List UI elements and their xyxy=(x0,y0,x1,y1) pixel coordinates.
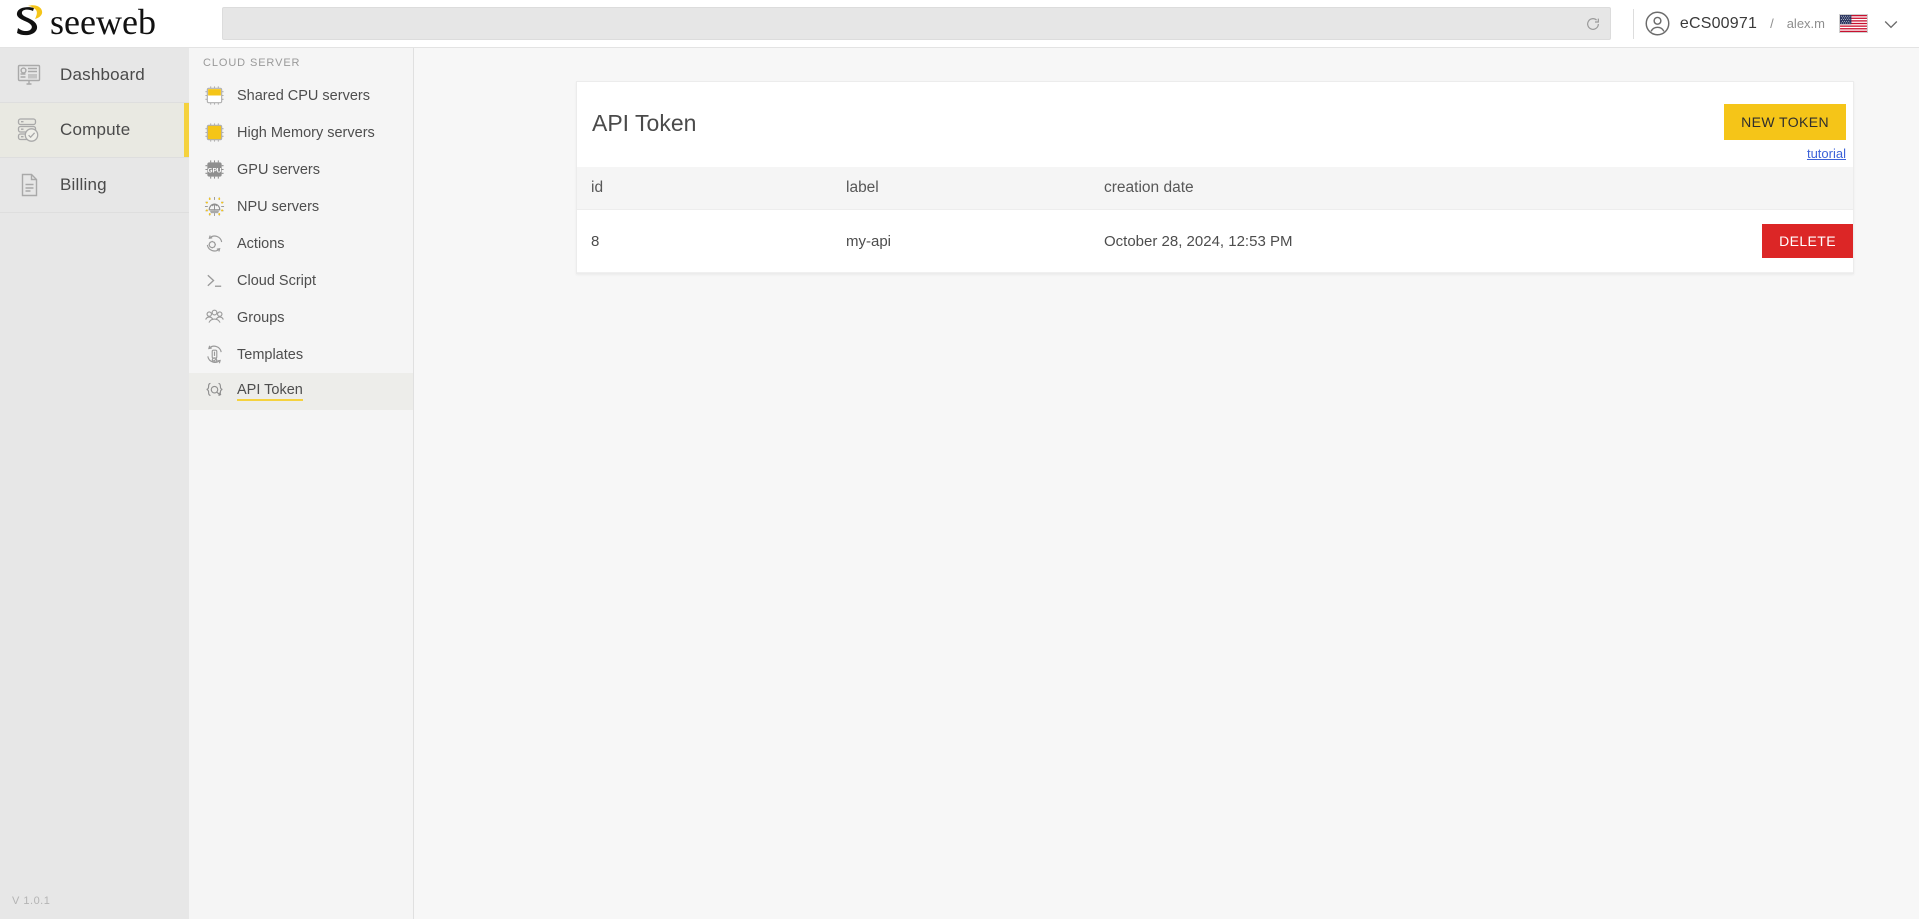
dashboard-icon xyxy=(14,60,44,90)
secondary-nav-title: CLOUD SERVER xyxy=(203,57,301,69)
subnav-item-templates[interactable]: Templates xyxy=(189,336,413,373)
search-box[interactable] xyxy=(222,7,1611,40)
cell-id: 8 xyxy=(577,209,832,273)
sidebar-item-dashboard[interactable]: Dashboard xyxy=(0,48,189,103)
subnav-item-label: Cloud Script xyxy=(237,272,316,289)
column-header-creation-date: creation date xyxy=(1090,167,1743,210)
subnav-item-cloud-script[interactable]: Cloud Script xyxy=(189,262,413,299)
us-flag-icon[interactable] xyxy=(1839,14,1868,33)
subnav-item-label: API Token xyxy=(237,382,303,401)
search-area xyxy=(210,0,1623,48)
gpu-chip-icon: GPU xyxy=(203,159,225,181)
subnav-item-shared-cpu-servers[interactable]: Shared CPU servers xyxy=(189,77,413,114)
subnav-item-label: Groups xyxy=(237,309,285,326)
subnav-item-gpu-servers[interactable]: GPU GPU servers xyxy=(189,151,413,188)
search-input[interactable] xyxy=(223,8,1576,39)
sidebar-item-billing[interactable]: Billing xyxy=(0,158,189,213)
subnav-item-label: NPU servers xyxy=(237,198,320,215)
seeweb-logo-icon: seeweb xyxy=(16,4,156,42)
new-token-button[interactable]: NEW TOKEN xyxy=(1724,104,1846,140)
groups-icon xyxy=(203,307,225,329)
api-token-card: API Token NEW TOKEN tutorial id label cr… xyxy=(576,81,1854,274)
table-header: id label creation date xyxy=(577,167,1853,210)
table-body: 8 my-api October 28, 2024, 12:53 PM DELE… xyxy=(577,209,1853,273)
brand-logo[interactable]: seeweb xyxy=(0,0,210,48)
npu-chip-icon xyxy=(203,196,225,218)
table-row: 8 my-api October 28, 2024, 12:53 PM DELE… xyxy=(577,209,1853,273)
page-title: API Token xyxy=(592,110,697,136)
subnav-item-label: Templates xyxy=(237,346,304,363)
cell-label: my-api xyxy=(832,209,1090,273)
column-header-actions xyxy=(1743,167,1853,210)
card-header: API Token NEW TOKEN tutorial xyxy=(577,82,1853,167)
sidebar-item-label: Compute xyxy=(60,120,131,139)
cell-creation-date: October 28, 2024, 12:53 PM xyxy=(1090,209,1743,273)
cpu-chip-half-icon xyxy=(203,85,225,107)
table-header-row: id label creation date xyxy=(577,167,1853,210)
sidebar-item-label: Dashboard xyxy=(60,65,145,84)
user-account-area[interactable]: eCS00971 / alex.m xyxy=(1644,0,1919,48)
user-login-name: alex.m xyxy=(1786,16,1825,31)
subnav-item-label: Actions xyxy=(237,235,285,252)
actions-gear-icon xyxy=(203,233,225,255)
primary-sidebar: Dashboard Compute Billing V 1.0.1 xyxy=(0,48,189,919)
svg-text:seeweb: seeweb xyxy=(50,4,156,42)
api-token-table: id label creation date 8 my-api October … xyxy=(577,167,1853,273)
api-token-icon xyxy=(203,381,225,403)
terminal-icon xyxy=(203,270,225,292)
user-avatar-icon xyxy=(1645,11,1670,36)
card-header-actions: NEW TOKEN tutorial xyxy=(1724,104,1846,161)
delete-token-button[interactable]: DELETE xyxy=(1762,224,1853,258)
sidebar-item-label: Billing xyxy=(60,175,107,194)
cpu-chip-full-icon xyxy=(203,122,225,144)
subnav-item-high-memory-servers[interactable]: High Memory servers xyxy=(189,114,413,151)
account-name: eCS00971 xyxy=(1679,14,1758,32)
svg-text:GPU: GPU xyxy=(207,167,221,174)
main-content: API Token NEW TOKEN tutorial id label cr… xyxy=(414,48,1919,919)
subnav-item-groups[interactable]: Groups xyxy=(189,299,413,336)
app-version: V 1.0.1 xyxy=(12,895,51,907)
top-bar: seeweb eCS00971 / alex.m xyxy=(0,0,1919,48)
subnav-item-actions[interactable]: Actions xyxy=(189,225,413,262)
language-chevron-down-icon[interactable] xyxy=(1877,12,1905,36)
tutorial-link[interactable]: tutorial xyxy=(1807,146,1846,161)
subnav-item-api-token[interactable]: API Token xyxy=(189,373,413,410)
subnav-item-label: Shared CPU servers xyxy=(237,87,370,104)
templates-icon xyxy=(203,344,225,366)
server-check-icon xyxy=(14,115,44,145)
refresh-icon[interactable] xyxy=(1576,8,1610,39)
secondary-nav: CLOUD SERVER Shared CPU servers High Mem… xyxy=(189,48,414,919)
sidebar-item-compute[interactable]: Compute xyxy=(0,103,189,158)
column-header-label: label xyxy=(832,167,1090,210)
cell-actions: DELETE xyxy=(1743,209,1853,273)
column-header-id: id xyxy=(577,167,832,210)
body-wrapper: Dashboard Compute Billing V 1.0.1 CLOUD … xyxy=(0,48,1919,919)
subnav-item-label: High Memory servers xyxy=(237,124,375,141)
toolbar-divider xyxy=(1632,8,1634,39)
subnav-item-label: GPU servers xyxy=(237,161,320,178)
account-separator: / xyxy=(1770,16,1774,31)
document-icon xyxy=(14,170,44,200)
subnav-item-npu-servers[interactable]: NPU servers xyxy=(189,188,413,225)
